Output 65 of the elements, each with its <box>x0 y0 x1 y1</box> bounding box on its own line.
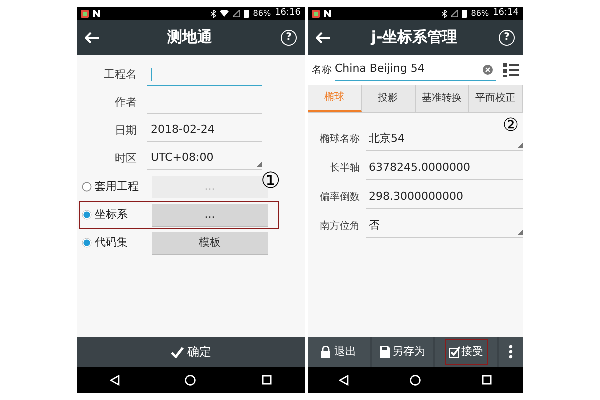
dropdown-corner-icon <box>518 142 523 148</box>
screen-title: j-坐标系管理 <box>370 27 459 48</box>
input-field[interactable]: 2018-02-24 <box>147 120 262 142</box>
input-field[interactable]: 298.3000000000 <box>366 186 523 208</box>
dropdown-corner-icon <box>518 230 523 234</box>
back-icon[interactable] <box>85 32 99 44</box>
home-nav-icon[interactable] <box>410 374 421 386</box>
text-cursor <box>151 68 152 81</box>
clock: 16:16 <box>275 6 301 20</box>
confirm-button[interactable]: 确定 <box>77 337 305 367</box>
back-icon[interactable] <box>316 32 330 44</box>
signal-icon <box>233 10 240 17</box>
battery-level: 86% <box>471 8 490 20</box>
app-icon <box>81 10 89 18</box>
battery-icon <box>462 10 468 18</box>
name-field[interactable]: China Beijing 54 <box>335 59 496 81</box>
option-button[interactable]: 模板 <box>152 232 268 254</box>
radio-button[interactable] <box>82 210 92 220</box>
field-label: 长半轴 <box>329 162 361 176</box>
more-icon[interactable] <box>509 345 514 359</box>
field-label: 南方位角 <box>319 220 361 234</box>
radio-button[interactable] <box>82 238 92 248</box>
help-button[interactable]: ? <box>499 30 515 46</box>
toolbar-button[interactable]: 接受 <box>444 339 488 365</box>
option-button[interactable]: ... <box>152 204 268 226</box>
checkbox-icon <box>448 346 460 358</box>
notification-icon <box>324 10 331 17</box>
bluetooth-icon <box>211 10 216 18</box>
help-button[interactable]: ? <box>281 30 297 46</box>
lock-icon <box>321 346 332 358</box>
save-icon <box>380 346 390 358</box>
bluetooth-icon <box>442 10 448 18</box>
field-label: 时区 <box>114 150 138 167</box>
wifi-icon <box>220 10 230 17</box>
input-field[interactable]: UTC+08:00 <box>147 148 262 170</box>
option-label: 坐标系 <box>94 206 129 223</box>
list-icon[interactable] <box>503 63 519 77</box>
back-nav-icon[interactable] <box>110 374 120 386</box>
dropdown-corner-icon <box>257 162 262 167</box>
clock: 16:14 <box>493 6 519 20</box>
field-label: 作者 <box>114 94 138 111</box>
input-field[interactable]: 6378245.0000000 <box>366 158 523 180</box>
name-label: 名称 <box>312 64 332 78</box>
tab[interactable]: 基准转换 <box>416 85 470 112</box>
app-icon <box>312 10 320 18</box>
recents-nav-icon[interactable] <box>262 375 272 385</box>
notification-icon <box>93 10 100 17</box>
clear-icon[interactable] <box>483 64 493 74</box>
option-label: 代码集 <box>94 234 129 251</box>
field-label: 日期 <box>114 122 138 139</box>
field-label: 偏率倒数 <box>319 190 361 205</box>
home-nav-icon[interactable] <box>185 374 196 386</box>
battery-icon <box>244 10 250 18</box>
signal-icon <box>451 10 458 17</box>
tab[interactable]: 投影 <box>362 85 416 112</box>
check-icon <box>170 346 184 358</box>
field-label: 椭球名称 <box>319 132 361 147</box>
option-label: 套用工程 <box>94 178 140 195</box>
screen-title: 测地通 <box>166 27 214 48</box>
recents-nav-icon[interactable] <box>482 375 492 385</box>
tab[interactable]: 平面校正 <box>469 85 523 112</box>
dropdown-field[interactable]: 否 <box>366 216 523 238</box>
battery-level: 86% <box>253 8 272 20</box>
field-label: 工程名 <box>103 66 138 83</box>
back-nav-icon[interactable] <box>338 374 349 386</box>
